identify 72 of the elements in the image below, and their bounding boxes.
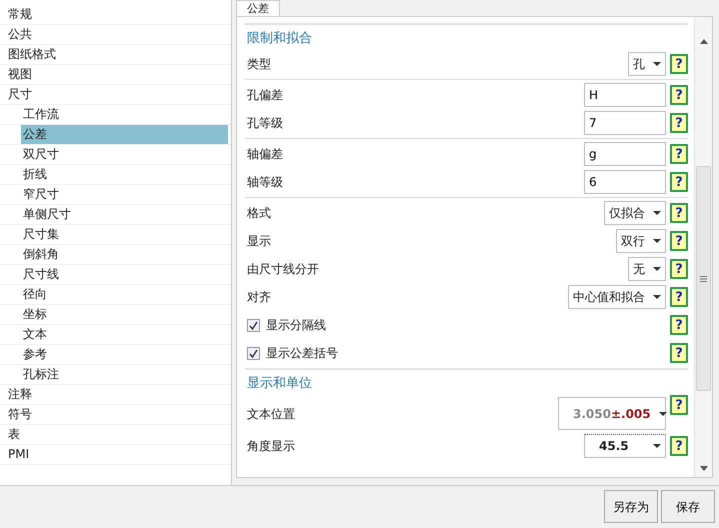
help-button[interactable]: ?	[670, 395, 688, 415]
tree-item[interactable]: 单侧尺寸	[21, 205, 228, 224]
tree-item[interactable]: 尺寸线	[21, 265, 228, 284]
scroll-down-icon[interactable]	[700, 466, 708, 471]
checkbox[interactable]	[247, 346, 260, 360]
help-button[interactable]: ?	[670, 172, 688, 192]
checkbox-label: 显示公差括号	[266, 345, 338, 362]
field-label: 文本位置	[247, 406, 296, 422]
text-field[interactable]: H	[584, 83, 666, 107]
tree-item[interactable]: 常规	[6, 5, 38, 24]
field-label: 孔偏差	[247, 87, 284, 104]
help-button[interactable]: ?	[670, 231, 688, 251]
help-button[interactable]: ?	[670, 287, 688, 307]
tree-item[interactable]: 倒斜角	[21, 245, 228, 264]
field-label: 轴偏差	[247, 146, 284, 163]
dropdown[interactable]: 中心值和拟合	[568, 285, 666, 309]
tree-item[interactable]: 尺寸集	[21, 225, 228, 244]
tree-item[interactable]: 表	[6, 425, 26, 444]
tree-item[interactable]: 公共	[6, 25, 38, 44]
scrollbar[interactable]	[694, 17, 712, 477]
tab[interactable]: 公差	[236, 0, 280, 16]
tree-item[interactable]: 符号	[6, 405, 38, 424]
field-label: 由尺寸线分开	[247, 261, 320, 278]
scroll-thumb[interactable]	[696, 166, 711, 391]
text-field[interactable]: g	[584, 142, 666, 166]
scroll-up-icon[interactable]	[700, 39, 708, 44]
tree-item[interactable]: PMI	[6, 445, 36, 464]
tree-item[interactable]: 径向	[21, 285, 228, 304]
tree-item[interactable]: 文本	[21, 325, 228, 344]
text-field[interactable]: 7	[584, 111, 666, 135]
field-label: 类型	[247, 56, 272, 73]
tree-item[interactable]: 折线	[21, 165, 228, 184]
field-label: 对齐	[247, 289, 272, 306]
section-title: 显示和单位	[246, 375, 313, 393]
checkbox[interactable]	[247, 318, 260, 332]
text-field[interactable]: 6	[584, 170, 666, 194]
help-button[interactable]: ?	[670, 315, 688, 335]
dialog-button[interactable]: 保存	[661, 490, 715, 523]
tree-item[interactable]: 视图	[6, 65, 38, 84]
tree-item[interactable]: 窄尺寸	[21, 185, 228, 204]
section-title: 限制和拟合	[246, 30, 313, 48]
help-button[interactable]: ?	[670, 54, 688, 74]
grip-icon	[700, 276, 707, 282]
field-label: 轴等级	[247, 174, 284, 191]
help-button[interactable]: ?	[670, 144, 688, 164]
field-label: 角度显示	[247, 438, 296, 455]
field-label: 显示	[247, 233, 272, 250]
field-label: 格式	[247, 205, 272, 222]
dialog-button[interactable]: 另存为	[604, 490, 658, 523]
tree-item[interactable]: 坐标	[21, 305, 228, 324]
tree-item[interactable]: 注释	[6, 385, 38, 404]
tree-item[interactable]: 参考	[21, 345, 228, 364]
help-button[interactable]: ?	[670, 203, 688, 223]
tree-item[interactable]: 孔标注	[21, 365, 228, 384]
dropdown[interactable]: 孔	[628, 52, 666, 76]
tree-item[interactable]: 图纸格式	[6, 45, 62, 64]
field-label: 孔等级	[247, 115, 284, 132]
help-button[interactable]: ?	[670, 436, 688, 456]
dropdown[interactable]: 双行	[616, 229, 666, 253]
tree-item[interactable]: 工作流	[21, 105, 228, 124]
tree-item[interactable]: 尺寸	[6, 85, 38, 104]
help-button[interactable]: ?	[670, 343, 688, 363]
help-button[interactable]: ?	[670, 113, 688, 133]
tree-item[interactable]: 公差	[21, 125, 228, 144]
help-button[interactable]: ?	[670, 85, 688, 105]
checkbox-label: 显示分隔线	[266, 317, 326, 334]
dropdown[interactable]: 3.050±.005	[558, 397, 666, 430]
help-button[interactable]: ?	[670, 259, 688, 279]
dropdown[interactable]: 仅拟合	[604, 201, 666, 225]
dropdown[interactable]: 无	[628, 257, 666, 281]
tree-item[interactable]: 双尺寸	[21, 145, 228, 164]
dropdown[interactable]: 45.5	[584, 434, 666, 458]
